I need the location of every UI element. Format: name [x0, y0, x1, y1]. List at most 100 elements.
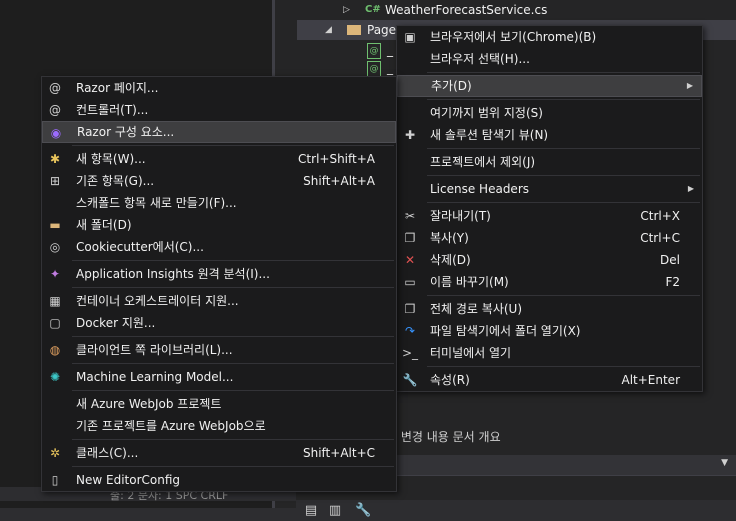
- menu-item-label: License Headers: [430, 182, 529, 196]
- cookie-icon: ◎: [49, 240, 61, 254]
- menu-item-label: 파일 탐색기에서 폴더 열기(X): [430, 324, 581, 338]
- menu-item-browser[interactable]: ▣ 브라우저에서 보기(Chrome)(B): [397, 26, 702, 48]
- menu-item-rename[interactable]: ▭ 이름 바꾸기(M) F2: [397, 271, 702, 293]
- new-item-icon: ✱: [49, 152, 61, 166]
- menu-separator: [72, 145, 394, 146]
- menu-item-shortcut: Shift+Alt+A: [303, 174, 375, 188]
- insights-icon: ✦: [49, 267, 61, 281]
- menu-item-terminal[interactable]: >_ 터미널에서 열기: [397, 342, 702, 364]
- rename-icon: ▭: [404, 275, 416, 289]
- menu-item-label: 기존 항목(G)...: [76, 174, 155, 188]
- expand-arrow-icon[interactable]: ▷: [343, 0, 350, 20]
- browser-icon: ▣: [404, 30, 416, 44]
- copy-icon: ❐: [404, 231, 416, 245]
- menu-item-right_menu-6[interactable]: License Headers ▶: [397, 178, 702, 200]
- menu-item-copy[interactable]: ❐ 복사(Y) Ctrl+C: [397, 227, 702, 249]
- menu-item-left_menu-13[interactable]: 새 Azure WebJob 프로젝트: [42, 393, 396, 415]
- submenu-arrow-icon: ▶: [687, 184, 694, 193]
- menu-item-new-view[interactable]: ✚ 새 솔루션 탐색기 뷰(N): [397, 124, 702, 146]
- menu-item-ml[interactable]: ✺ Machine Learning Model...: [42, 366, 396, 388]
- menu-item-label: 새 폴더(D): [76, 218, 132, 232]
- menu-item-shortcut: F2: [665, 275, 680, 289]
- menu-item-class[interactable]: ✲ 클래스(C)... Shift+Alt+C: [42, 442, 396, 464]
- file-view-icon[interactable]: ▥: [327, 503, 343, 519]
- menu-item-label: Application Insights 원격 분석(I)...: [76, 267, 270, 281]
- class-icon: ✲: [49, 446, 61, 460]
- dropdown-combo[interactable]: ▼: [396, 455, 736, 476]
- wrench-icon[interactable]: 🔧: [355, 503, 371, 519]
- menu-item-file[interactable]: ▯ New EditorConfig: [42, 469, 396, 491]
- menu-item-wrench[interactable]: 🔧 속성(R) Alt+Enter: [397, 369, 702, 391]
- menu-separator: [427, 366, 700, 367]
- menu-item-new-folder[interactable]: ▬ 새 폴더(D): [42, 214, 396, 236]
- menu-item-shortcut: Alt+Enter: [621, 373, 680, 387]
- ml-icon: ✺: [49, 370, 61, 384]
- menu-item-label: 브라우저 선택(H)...: [430, 52, 530, 66]
- menu-item-existing-item[interactable]: ⊞ 기존 항목(G)... Shift+Alt+A: [42, 170, 396, 192]
- existing-item-icon: ⊞: [49, 174, 61, 188]
- menu-item-label: 컨트롤러(T)...: [76, 103, 149, 117]
- context-menu: ▣ 브라우저에서 보기(Chrome)(B) 브라우저 선택(H)... 추가(D) ▶…: [396, 25, 703, 392]
- menu-item-new-item[interactable]: ✱ 새 항목(W)... Ctrl+Shift+A: [42, 148, 396, 170]
- bottom-toolbar: [0, 508, 296, 521]
- menu-item-docker[interactable]: ▢ Docker 지원...: [42, 312, 396, 334]
- menu-separator: [427, 99, 700, 100]
- menu-item-left_menu-5[interactable]: 스캐폴드 항목 새로 만들기(F)...: [42, 192, 396, 214]
- menu-item-cookie[interactable]: ◎ Cookiecutter에서(C)...: [42, 236, 396, 258]
- tree-row-label: WeatherForecastService.cs: [385, 3, 548, 17]
- menu-item-controller[interactable]: @ 컨트롤러(T)...: [42, 99, 396, 121]
- menu-item-insights[interactable]: ✦ Application Insights 원격 분석(I)...: [42, 263, 396, 285]
- menu-separator: [72, 287, 394, 288]
- menu-item-right_menu-1[interactable]: 브라우저 선택(H)...: [397, 48, 702, 70]
- menu-item-label: 클라이언트 쪽 라이브러리(L)...: [76, 343, 233, 357]
- menu-item-label: 추가(D): [431, 79, 472, 93]
- collapse-arrow-icon[interactable]: ◢: [325, 20, 332, 40]
- menu-item-right_menu-5[interactable]: 프로젝트에서 제외(J): [397, 151, 702, 173]
- menu-item-label: 속성(R): [430, 373, 470, 387]
- properties-icon[interactable]: ▤: [303, 503, 319, 519]
- menu-item-label: 스캐폴드 항목 새로 만들기(F)...: [76, 196, 237, 210]
- menu-item-delete[interactable]: ✕ 삭제(D) Del: [397, 249, 702, 271]
- cut-icon: ✂: [404, 209, 416, 223]
- controller-icon: @: [49, 103, 61, 117]
- menu-item-label: 이름 바꾸기(M): [430, 275, 509, 289]
- razor-file-icon: @: [367, 43, 381, 59]
- menu-item-copy-path[interactable]: ❐ 전체 경로 복사(U): [397, 298, 702, 320]
- menu-item-razor-component[interactable]: ◉ Razor 구성 요소...: [42, 121, 396, 143]
- menu-item-label: 새 항목(W)...: [76, 152, 146, 166]
- add-submenu: @ Razor 페이지... @ 컨트롤러(T)... ◉ Razor 구성 요소... ✱…: [41, 76, 397, 492]
- menu-item-shortcut: Ctrl+C: [640, 231, 680, 245]
- razor-file-icon: @: [367, 61, 381, 77]
- menu-item-right_menu-2[interactable]: 추가(D) ▶: [397, 75, 702, 97]
- menu-item-open-folder[interactable]: ↷ 파일 탐색기에서 폴더 열기(X): [397, 320, 702, 342]
- bottom-tabs[interactable]: it 변경 내용 문서 개요: [389, 428, 501, 446]
- menu-separator: [72, 363, 394, 364]
- menu-item-label: Docker 지원...: [76, 316, 156, 330]
- terminal-icon: >_: [402, 346, 419, 360]
- menu-separator: [427, 295, 700, 296]
- new-view-icon: ✚: [404, 128, 416, 142]
- menu-item-globe[interactable]: ◍ 클라이언트 쪽 라이브러리(L)...: [42, 339, 396, 361]
- menu-item-left_menu-14[interactable]: 기존 프로젝트를 Azure WebJob으로: [42, 415, 396, 437]
- menu-item-label: Machine Learning Model...: [76, 370, 234, 384]
- menu-separator: [427, 202, 700, 203]
- globe-icon: ◍: [49, 343, 61, 357]
- menu-item-razor-page[interactable]: @ Razor 페이지...: [42, 77, 396, 99]
- menu-separator: [427, 148, 700, 149]
- tree-row-label: Page: [367, 23, 397, 37]
- menu-item-label: 프로젝트에서 제외(J): [430, 155, 536, 169]
- folder-icon: [347, 25, 361, 35]
- menu-item-right_menu-3[interactable]: 여기까지 범위 지정(S): [397, 102, 702, 124]
- container-icon: ▦: [49, 294, 61, 308]
- wrench-icon: 🔧: [402, 373, 418, 387]
- menu-item-container[interactable]: ▦ 컨테이너 오케스트레이터 지원...: [42, 290, 396, 312]
- menu-item-label: 터미널에서 열기: [430, 346, 512, 360]
- menu-separator: [427, 72, 700, 73]
- menu-item-label: 복사(Y): [430, 231, 469, 245]
- razor-page-icon: @: [49, 81, 61, 95]
- delete-icon: ✕: [404, 253, 416, 267]
- menu-item-cut[interactable]: ✂ 잘라내기(T) Ctrl+X: [397, 205, 702, 227]
- menu-item-label: Razor 구성 요소...: [77, 125, 175, 139]
- menu-separator: [72, 466, 394, 467]
- dropdown-arrow-icon[interactable]: ▼: [721, 458, 728, 468]
